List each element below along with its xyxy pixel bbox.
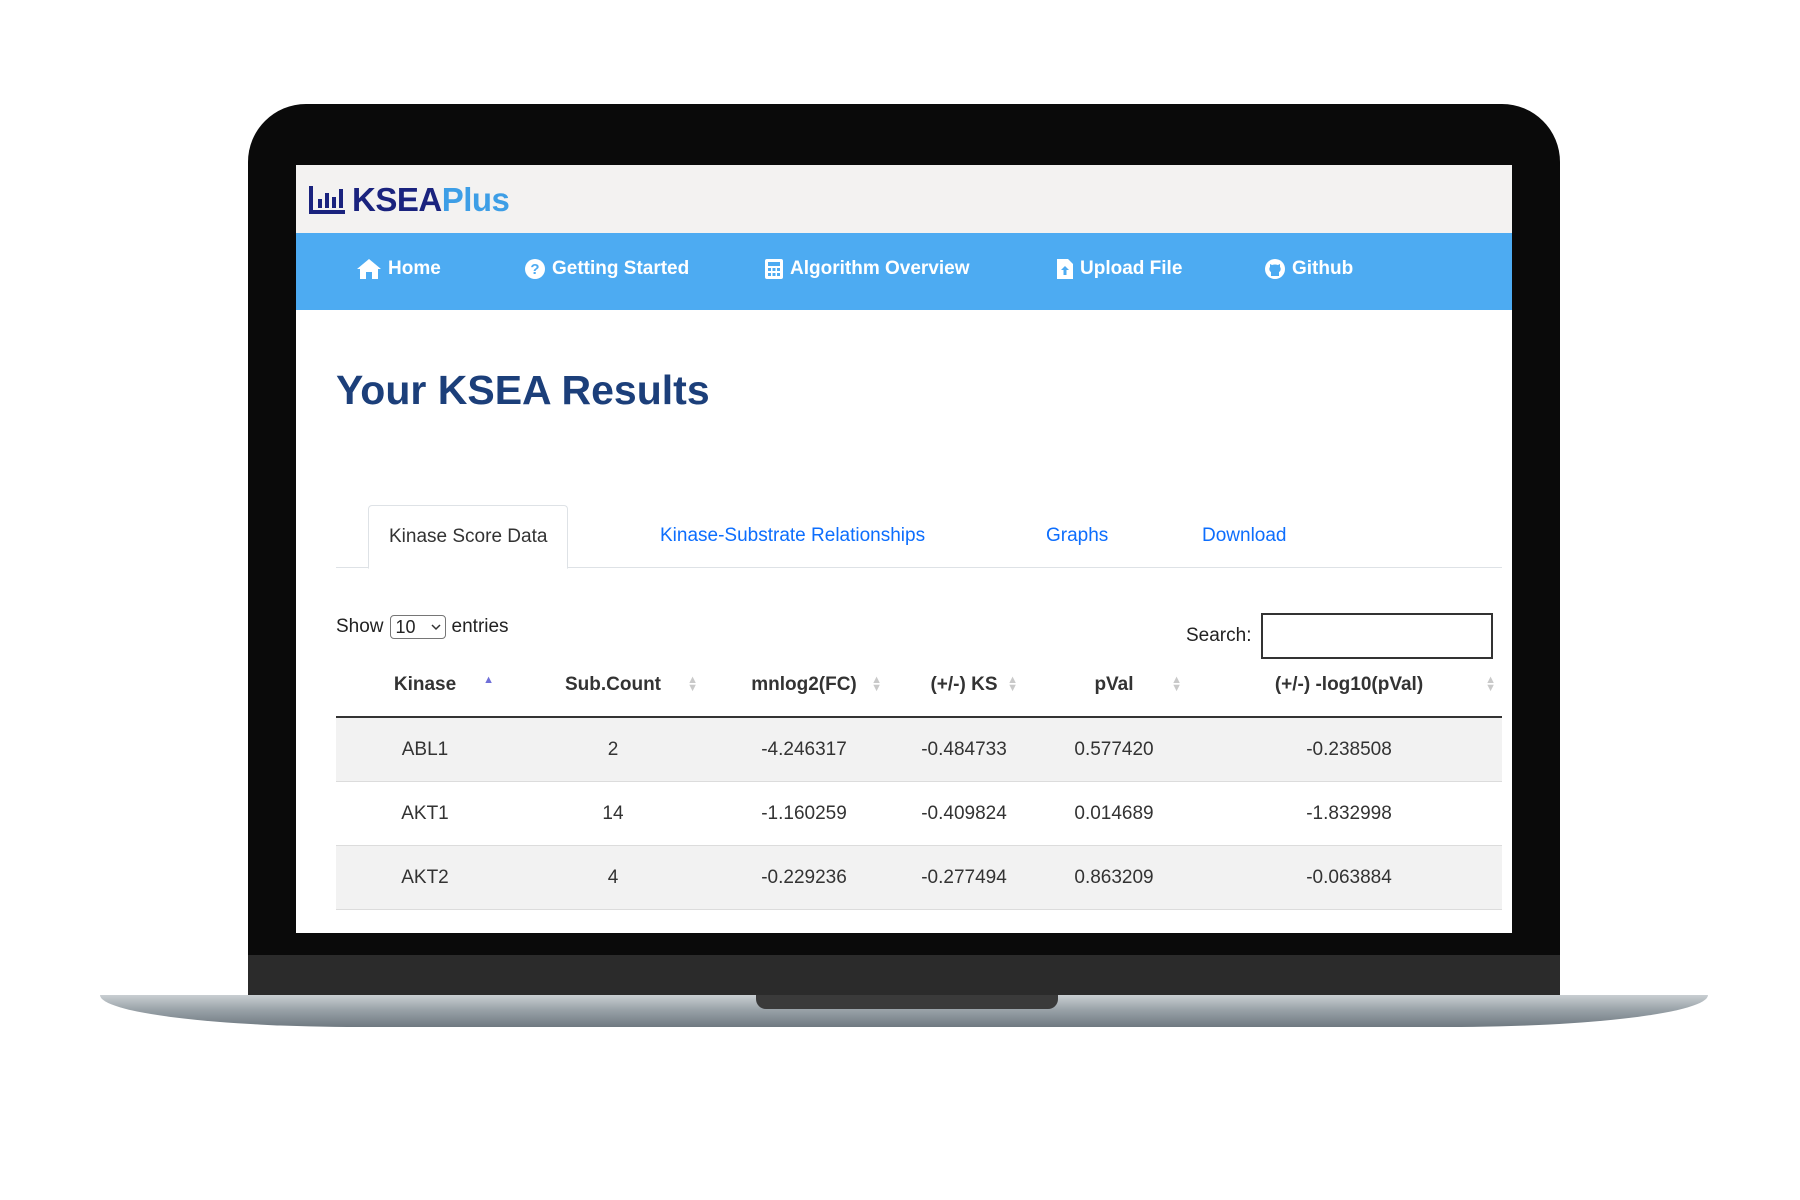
nav-label: Getting Started: [552, 258, 690, 279]
tab-kinase-score-data[interactable]: Kinase Score Data: [368, 505, 569, 569]
cell-sub-count: 14: [514, 781, 712, 846]
table-row: ABL1 2 -4.246317 -0.484733 0.577420 -0.2…: [336, 717, 1502, 782]
navbar: Home ? Getting Started Algorithm Overvie…: [296, 233, 1512, 310]
entries-label: entries: [451, 616, 509, 637]
page-title: Your KSEA Results: [336, 367, 710, 413]
sort-icon: ▲ ▼: [1171, 674, 1182, 694]
cell-ks: -0.484733: [896, 717, 1032, 782]
bar-chart-icon: [309, 186, 345, 214]
tab-kinase-substrate-relationships[interactable]: Kinase-Substrate Relationships: [660, 505, 925, 566]
cell-kinase: AKT2: [336, 845, 514, 910]
sort-icon: ▲ ▼: [1007, 674, 1018, 694]
column-header-log10-pval[interactable]: (+/-) -log10(pVal) ▲ ▼: [1196, 653, 1502, 718]
screen: KSEAPlus Home ? Getting Started Algorith…: [296, 165, 1512, 933]
column-header-label: pVal: [1094, 673, 1134, 695]
cell-mnlog2fc: -1.160259: [712, 781, 896, 846]
chevron-down-icon: [431, 624, 441, 631]
column-header-kinase[interactable]: Kinase ▲: [336, 653, 514, 718]
nav-item-upload-file[interactable]: Upload File: [1056, 258, 1182, 280]
column-header-sub-count[interactable]: Sub.Count ▲ ▼: [514, 653, 712, 718]
brand-bar: KSEAPlus: [296, 165, 1512, 233]
results-tabs: Kinase Score Data Kinase-Substrate Relat…: [336, 505, 1502, 569]
nav-item-algorithm-overview[interactable]: Algorithm Overview: [764, 258, 970, 280]
cell-mnlog2fc: -0.229236: [712, 845, 896, 910]
tab-download[interactable]: Download: [1202, 505, 1287, 566]
cell-mnlog2fc: -4.246317: [712, 717, 896, 782]
file-upload-icon: [1057, 259, 1073, 279]
cell-ks: -0.409824: [896, 781, 1032, 846]
table-header-row: Kinase ▲ Sub.Count ▲ ▼ mnlog2(FC) ▲ ▼ (+/-) K…: [336, 653, 1502, 718]
nav-label: Upload File: [1080, 258, 1183, 279]
brand-name-accent: Plus: [441, 181, 510, 218]
tab-graphs[interactable]: Graphs: [1046, 505, 1108, 566]
nav-item-github[interactable]: Github: [1264, 258, 1353, 280]
brand-name: KSEAPlus: [352, 181, 510, 219]
cell-pval: 0.863209: [1032, 845, 1196, 910]
column-header-mnlog2fc[interactable]: mnlog2(FC) ▲ ▼: [712, 653, 896, 718]
cell-sub-count: 4: [514, 845, 712, 910]
sort-icon: ▲ ▼: [871, 674, 882, 694]
nav-item-home[interactable]: Home: [356, 258, 441, 280]
calculator-icon: [765, 259, 783, 279]
cell-kinase: AKT1: [336, 781, 514, 846]
laptop-notch: [756, 995, 1058, 1009]
cell-ks: -0.277494: [896, 845, 1032, 910]
column-header-label: (+/-) -log10(pVal): [1274, 673, 1424, 695]
cell-pval: 0.577420: [1032, 717, 1196, 782]
show-label: Show: [336, 616, 384, 637]
cell-log10-pval: -0.063884: [1196, 845, 1502, 910]
table-row: AKT1 14 -1.160259 -0.409824 0.014689 -1.…: [336, 781, 1502, 846]
cell-log10-pval: -1.832998: [1196, 781, 1502, 846]
search-label: Search:: [1186, 625, 1252, 646]
nav-item-getting-started[interactable]: ? Getting Started: [524, 258, 689, 280]
table-row: AKT2 4 -0.229236 -0.277494 0.863209 -0.0…: [336, 845, 1502, 910]
home-icon: [357, 259, 381, 279]
entries-select[interactable]: 10: [389, 615, 446, 639]
svg-text:?: ?: [530, 261, 539, 278]
column-header-ks[interactable]: (+/-) KS ▲ ▼: [896, 653, 1032, 718]
brand-logo[interactable]: KSEAPlus: [308, 181, 510, 219]
kinase-score-table: Kinase ▲ Sub.Count ▲ ▼ mnlog2(FC) ▲ ▼ (+/-) K…: [336, 653, 1502, 910]
sort-ascending-icon: ▲: [483, 674, 494, 686]
cell-log10-pval: -0.238508: [1196, 717, 1502, 782]
cell-kinase: ABL1: [336, 717, 514, 782]
question-circle-icon: ?: [525, 259, 545, 279]
nav-label: Algorithm Overview: [790, 258, 970, 279]
nav-label: Home: [388, 258, 441, 279]
sort-icon: ▲ ▼: [687, 674, 698, 694]
cell-pval: 0.014689: [1032, 781, 1196, 846]
entries-select-value: 10: [395, 616, 416, 637]
column-header-label: mnlog2(FC): [751, 673, 857, 695]
column-header-label: Kinase: [393, 673, 457, 695]
cell-sub-count: 2: [514, 717, 712, 782]
nav-label: Github: [1292, 258, 1354, 279]
column-header-label: (+/-) KS: [930, 673, 998, 695]
sort-icon: ▲ ▼: [1485, 674, 1496, 694]
column-header-label: Sub.Count: [564, 673, 662, 695]
github-icon: [1265, 259, 1285, 279]
brand-name-main: KSEA: [352, 181, 442, 218]
entries-length-control: Show 10 entries: [336, 615, 509, 639]
laptop-hinge: [248, 955, 1560, 997]
column-header-pval[interactable]: pVal ▲ ▼: [1032, 653, 1196, 718]
